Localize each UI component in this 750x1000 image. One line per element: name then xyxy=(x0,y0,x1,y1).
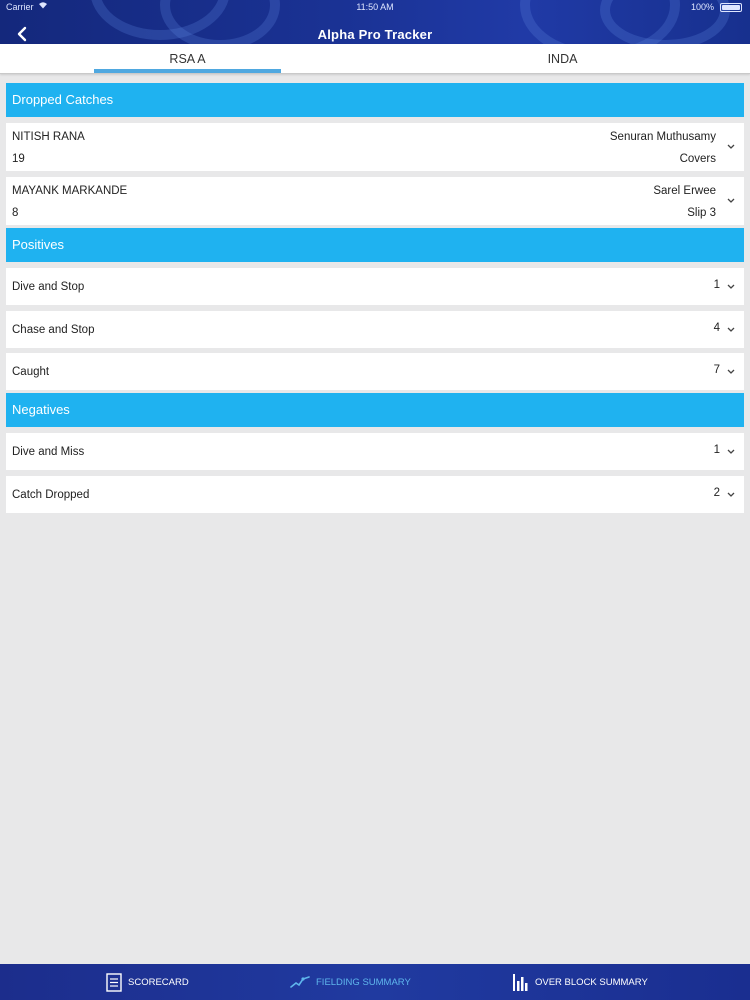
batter-runs: 19 xyxy=(12,153,25,165)
dropped-catch-item[interactable]: MAYANK MARKANDE 8 Sarel Erwee Slip 3 xyxy=(6,177,744,225)
chevron-down-icon xyxy=(727,284,735,289)
nav-over-block-summary[interactable]: OVER BLOCK SUMMARY xyxy=(512,964,648,1000)
chevron-down-icon xyxy=(727,449,735,454)
item-count: 4 xyxy=(713,322,720,334)
nav-label: SCORECARD xyxy=(128,976,189,988)
chevron-down-icon xyxy=(727,144,735,149)
item-count: 2 xyxy=(713,487,720,499)
negative-item[interactable]: Dive and Miss 1 xyxy=(6,433,744,470)
status-bar: Carrier 11:50 AM 100% xyxy=(0,0,750,14)
nav-fielding-summary[interactable]: FIELDING SUMMARY xyxy=(290,964,411,1000)
item-label: Caught xyxy=(12,366,50,378)
item-label: Chase and Stop xyxy=(12,324,95,336)
batter-name: NITISH RANA xyxy=(12,131,85,143)
fielder-name: Senuran Muthusamy xyxy=(609,131,716,143)
app-header: Carrier 11:50 AM 100% Alpha Pro Tracker xyxy=(0,0,750,44)
batter-runs: 8 xyxy=(12,207,19,219)
item-label: Catch Dropped xyxy=(12,489,90,501)
tab-inda[interactable]: INDA xyxy=(375,44,750,74)
chevron-down-icon xyxy=(727,198,735,203)
item-count: 7 xyxy=(713,364,720,376)
positive-item[interactable]: Chase and Stop 4 xyxy=(6,311,744,348)
section-header-positives: Positives xyxy=(6,228,744,262)
dropped-catch-item[interactable]: NITISH RANA 19 Senuran Muthusamy Covers xyxy=(6,123,744,171)
section-header-dropped-catches: Dropped Catches xyxy=(6,83,744,117)
item-label: Dive and Stop xyxy=(12,281,85,293)
chevron-down-icon xyxy=(727,327,735,332)
nav-label: OVER BLOCK SUMMARY xyxy=(535,976,648,988)
positive-item[interactable]: Caught 7 xyxy=(6,353,744,390)
item-count: 1 xyxy=(713,444,720,456)
field-position: Covers xyxy=(679,153,716,165)
status-time: 11:50 AM xyxy=(356,2,394,12)
section-header-negatives: Negatives xyxy=(6,393,744,427)
chevron-down-icon xyxy=(727,492,735,497)
fielder-name: Sarel Erwee xyxy=(653,185,716,197)
scorecard-icon xyxy=(106,972,122,992)
item-count: 1 xyxy=(713,279,720,291)
nav-label: FIELDING SUMMARY xyxy=(316,976,411,988)
batter-name: MAYANK MARKANDE xyxy=(12,185,128,197)
item-label: Dive and Miss xyxy=(12,446,85,458)
fielding-icon xyxy=(290,975,310,989)
negative-item[interactable]: Catch Dropped 2 xyxy=(6,476,744,513)
active-tab-indicator xyxy=(94,69,281,73)
bottom-nav: SCORECARD FIELDING SUMMARY OVER BLOCK SU… xyxy=(0,964,750,1000)
nav-scorecard[interactable]: SCORECARD xyxy=(106,964,189,1000)
field-position: Slip 3 xyxy=(687,207,716,219)
battery-icon xyxy=(720,3,742,12)
positive-item[interactable]: Dive and Stop 1 xyxy=(6,268,744,305)
page-title: Alpha Pro Tracker xyxy=(317,27,433,42)
battery-percent: 100% xyxy=(690,2,714,12)
bar-chart-icon xyxy=(512,973,529,992)
chevron-down-icon xyxy=(727,369,735,374)
